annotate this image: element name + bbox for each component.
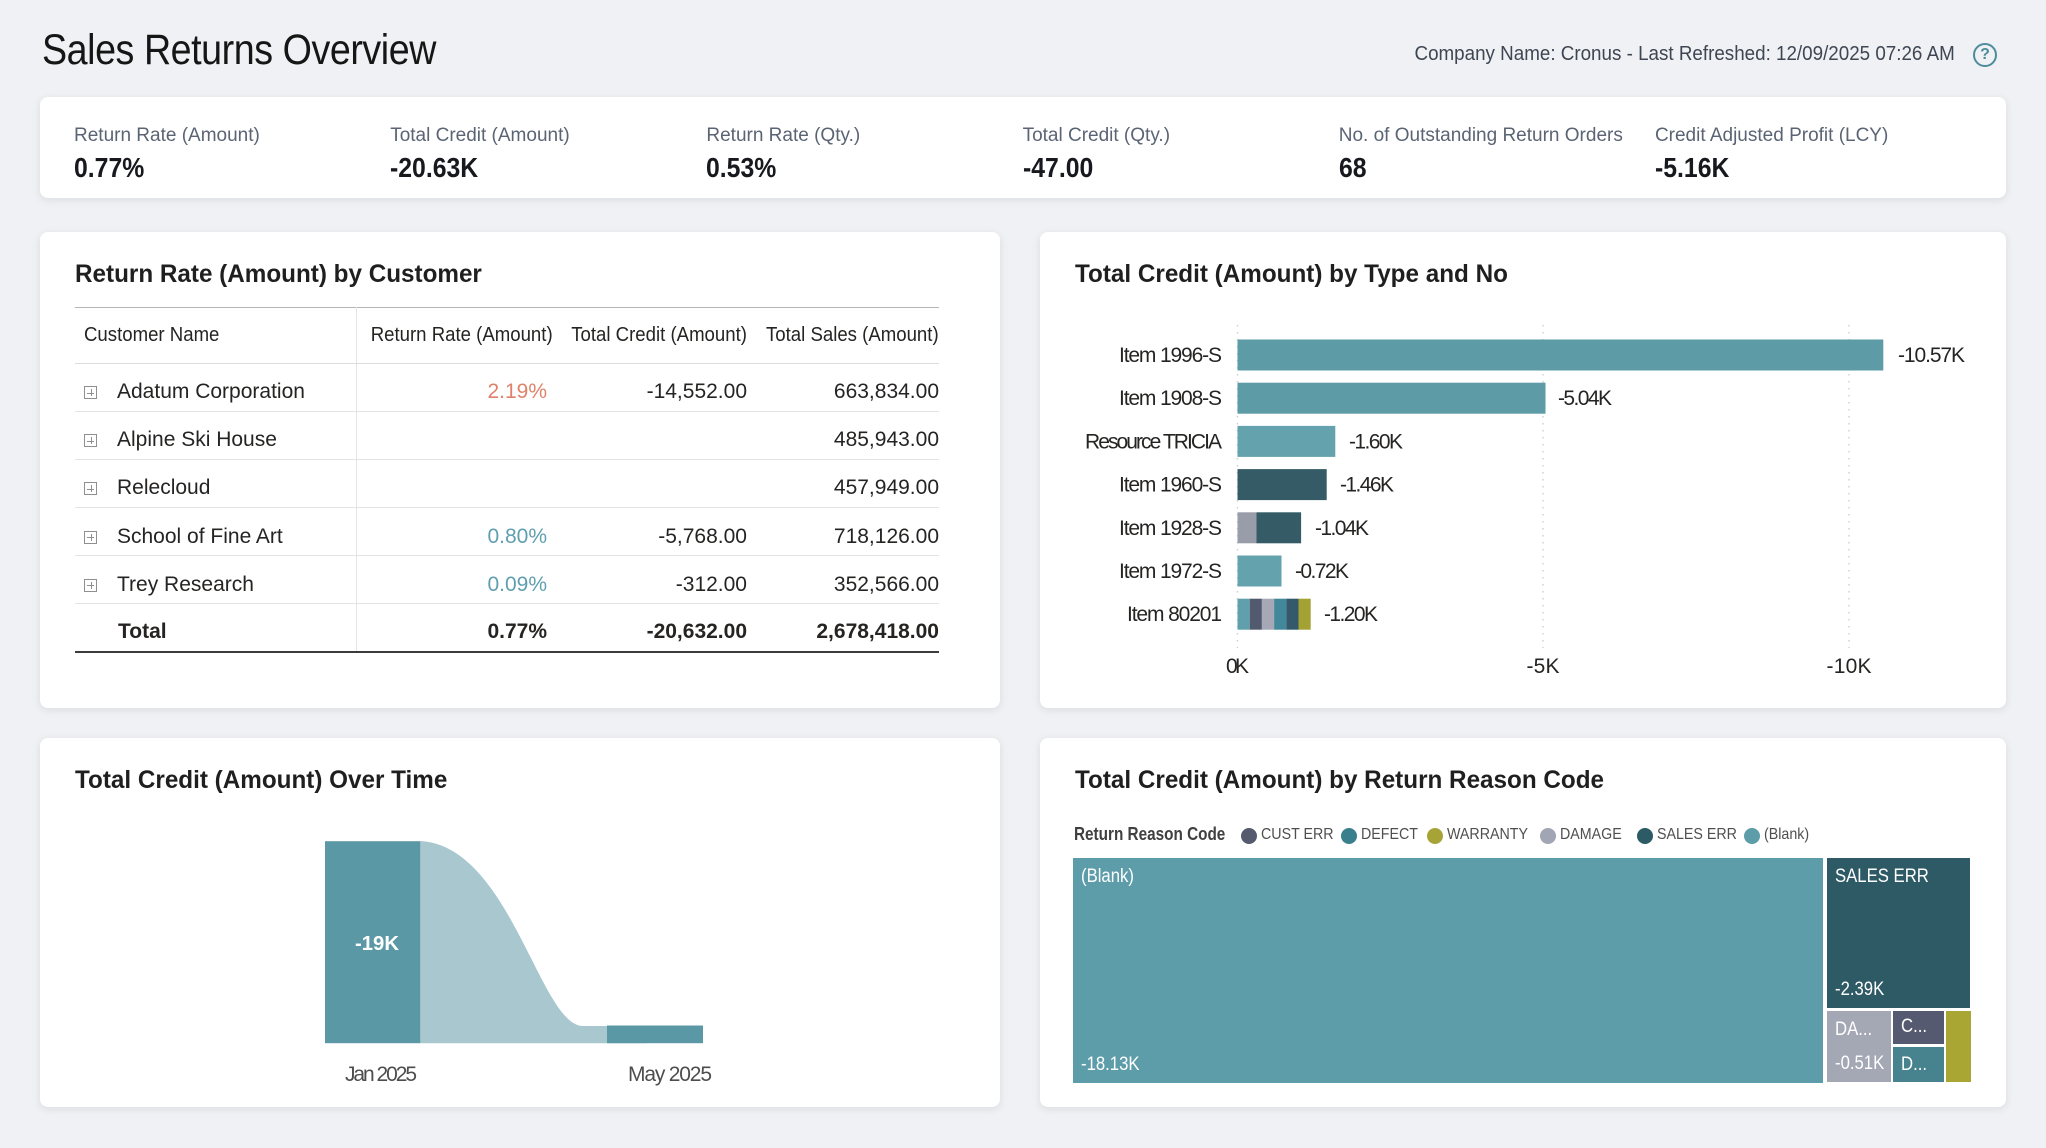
svg-text:Item 1960-S: Item 1960-S — [1119, 474, 1222, 497]
svg-text:-1.60K: -1.60K — [1349, 430, 1403, 453]
svg-text:Resource TRICIA: Resource TRICIA — [1085, 430, 1222, 453]
svg-text:Item 1928-S: Item 1928-S — [1119, 517, 1222, 540]
svg-text:0K: 0K — [1226, 655, 1249, 678]
svg-text:Item 1996-S: Item 1996-S — [1119, 344, 1222, 367]
svg-text:Item 80201: Item 80201 — [1127, 603, 1222, 626]
svg-text:Item 1972-S: Item 1972-S — [1119, 560, 1222, 583]
svg-text:-1.20K: -1.20K — [1324, 603, 1378, 626]
svg-text:May 2025: May 2025 — [628, 1063, 712, 1086]
svg-text:-1.04K: -1.04K — [1315, 517, 1369, 540]
svg-text:-1.46K: -1.46K — [1340, 474, 1394, 497]
svg-text:-5.04K: -5.04K — [1558, 387, 1612, 410]
svg-text:-0.72K: -0.72K — [1295, 560, 1349, 583]
svg-text:-5K: -5K — [1527, 655, 1560, 678]
svg-text:Item 1908-S: Item 1908-S — [1119, 387, 1222, 410]
svg-text:-10K: -10K — [1827, 655, 1872, 678]
svg-text:Jan 2025: Jan 2025 — [345, 1063, 417, 1086]
svg-text:-19K: -19K — [355, 933, 400, 955]
svg-text:-10.57K: -10.57K — [1898, 344, 1965, 367]
